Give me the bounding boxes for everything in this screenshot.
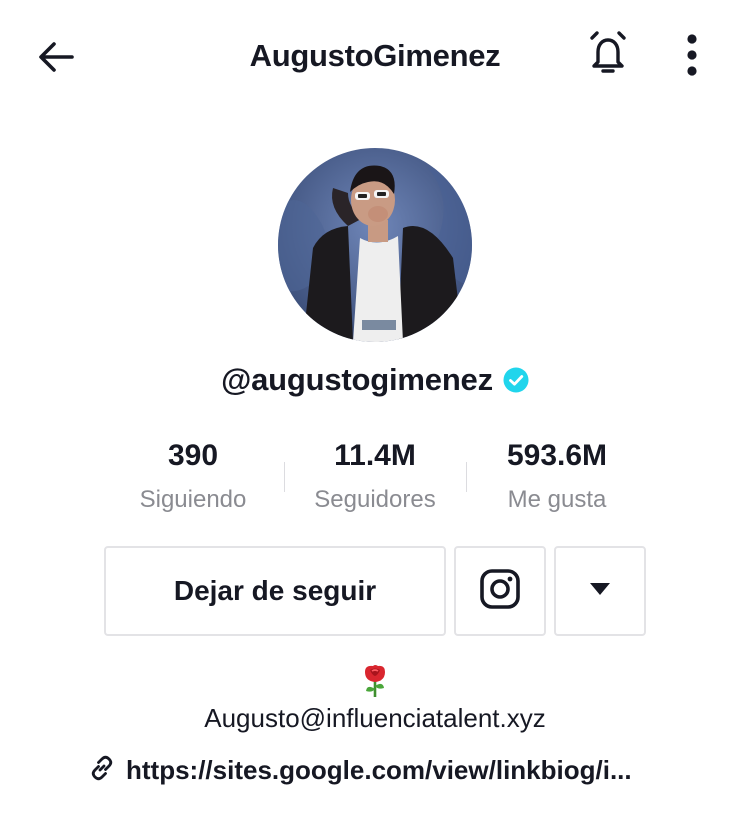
page-title: AugustoGimenez (249, 38, 501, 73)
stat-following[interactable]: 390 Siguiendo (93, 436, 293, 518)
stat-followers-value: 11.4M (334, 439, 416, 472)
verified-badge-icon (503, 367, 529, 393)
more-options-button[interactable] (672, 30, 712, 84)
stat-likes-label: Me gusta (507, 486, 607, 513)
stat-following-label: Siguiendo (139, 486, 247, 513)
bio-link-text[interactable]: https://sites.google.com/view/linkbiog/i… (126, 752, 632, 788)
link-icon (88, 754, 116, 787)
bell-icon (586, 30, 630, 83)
more-vertical-icon (686, 33, 698, 82)
more-suggestions-button[interactable] (554, 546, 646, 636)
caret-down-icon (589, 582, 611, 601)
stat-likes[interactable]: 593.6M Me gusta (457, 436, 657, 518)
username: @augustogimenez (221, 362, 493, 397)
avatar[interactable] (278, 148, 472, 342)
username-row: @augustogimenez (0, 362, 750, 398)
bio-emoji (0, 664, 750, 703)
instagram-button[interactable] (454, 546, 546, 636)
profile-stats: 390 Siguiendo 11.4M Seguidores 593.6M Me… (0, 436, 750, 526)
unfollow-button[interactable]: Dejar de seguir (104, 546, 446, 636)
stat-following-value: 390 (167, 439, 219, 472)
rose-icon (361, 664, 389, 703)
bio-email: Augusto@influenciatalent.xyz (204, 703, 546, 733)
stat-followers-label: Seguidores (314, 486, 436, 513)
stat-followers[interactable]: 11.4M Seguidores (275, 436, 475, 518)
instagram-icon (479, 568, 521, 615)
stat-likes-value: 593.6M (506, 439, 608, 472)
bio-link[interactable]: https://sites.google.com/view/linkbiog/i… (88, 752, 632, 788)
notifications-button[interactable] (582, 28, 634, 84)
